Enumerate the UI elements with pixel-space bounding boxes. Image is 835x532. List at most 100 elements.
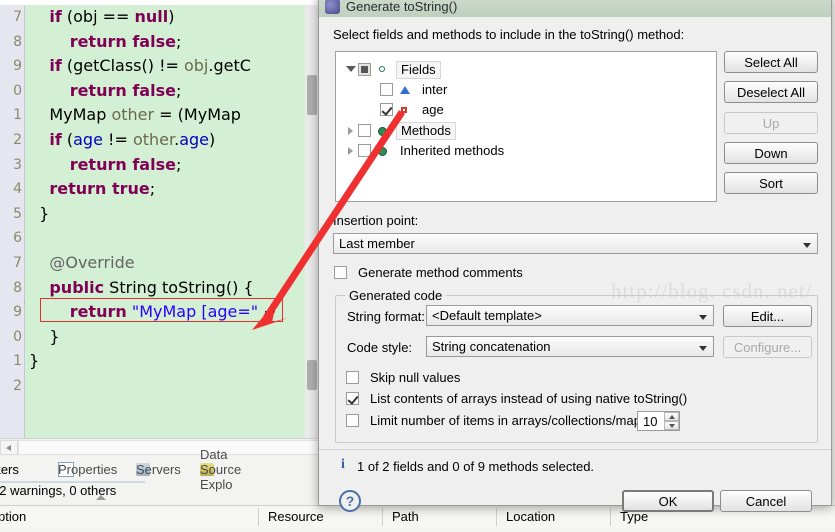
editor-vertical-scrollbar[interactable] bbox=[305, 5, 319, 438]
spinner-down-icon[interactable] bbox=[664, 421, 679, 430]
ok-label: OK bbox=[658, 493, 678, 509]
line-number: 5 bbox=[13, 205, 22, 222]
scrollbar-thumb[interactable] bbox=[307, 75, 317, 115]
tree-row-inter[interactable]: inter bbox=[366, 80, 451, 99]
cancel-label: Cancel bbox=[745, 493, 787, 509]
line-number: 0 bbox=[13, 328, 22, 345]
chevron-down-icon[interactable] bbox=[699, 346, 707, 351]
checkbox-inherited-methods[interactable] bbox=[358, 144, 371, 157]
collapse-arrow-icon[interactable] bbox=[344, 121, 358, 140]
spacer-icon bbox=[366, 80, 380, 99]
tab-data-source-explorer-label: Data Source Explo bbox=[200, 446, 242, 492]
chevron-down-icon[interactable] bbox=[699, 315, 707, 320]
deselect-all-button[interactable]: Deselect All bbox=[724, 81, 818, 103]
checkbox-limit-items[interactable] bbox=[346, 414, 359, 427]
tree-row-methods[interactable]: Methods bbox=[344, 121, 456, 140]
tree-label-inter: inter bbox=[422, 81, 448, 97]
skip-null-values-label: Skip null values bbox=[370, 370, 461, 385]
generate-method-comments-label: Generate method comments bbox=[358, 265, 523, 280]
generate-tostring-dialog: Generate toString() Select fields and me… bbox=[318, 0, 832, 512]
checkbox-fields[interactable] bbox=[358, 63, 371, 76]
tree-row-inherited-methods[interactable]: Inherited methods bbox=[344, 141, 508, 160]
scroll-left-arrow-icon[interactable] bbox=[0, 440, 18, 455]
up-label: Up bbox=[762, 115, 780, 131]
sort-button[interactable]: Sort bbox=[724, 172, 818, 194]
checkbox-inter[interactable] bbox=[380, 83, 393, 96]
code-style-combo[interactable]: String concatenation bbox=[426, 336, 714, 357]
editor-horizontal-scrollbar[interactable] bbox=[0, 438, 320, 456]
code-editor-pane[interactable]: if (obj == null) return false; if (getCl… bbox=[25, 5, 320, 438]
limit-items-spinner[interactable]: 10 bbox=[637, 411, 680, 431]
line-number: 8 bbox=[13, 279, 22, 296]
line-number: 4 bbox=[13, 181, 22, 198]
tree-row-age[interactable]: age bbox=[366, 100, 448, 119]
line-number: 7 bbox=[13, 254, 22, 271]
code-style-label: Code style: bbox=[347, 340, 413, 355]
line-number: 6 bbox=[13, 230, 22, 247]
spinner-up-icon[interactable] bbox=[664, 412, 679, 421]
ok-button[interactable]: OK bbox=[622, 490, 714, 512]
column-description[interactable]: ption bbox=[0, 506, 262, 528]
checkbox-list-contents[interactable] bbox=[346, 392, 359, 405]
cancel-button[interactable]: Cancel bbox=[720, 490, 812, 512]
limit-items-value: 10 bbox=[643, 413, 658, 429]
generated-code-group-title: Generated code bbox=[345, 288, 447, 303]
scrollbar-thumb-secondary[interactable] bbox=[307, 360, 317, 390]
chevron-down-icon[interactable] bbox=[803, 243, 811, 248]
tree-label-fields: Fields bbox=[396, 60, 441, 79]
info-icon: i bbox=[341, 457, 345, 472]
configure-label: Configure... bbox=[733, 339, 802, 355]
down-button[interactable]: Down bbox=[724, 142, 818, 164]
up-button[interactable]: Up bbox=[724, 112, 818, 134]
green-circle-filled-icon bbox=[376, 144, 390, 158]
code-style-value: String concatenation bbox=[432, 339, 551, 354]
collapse-arrow-icon[interactable] bbox=[344, 141, 358, 160]
dialog-body: Select fields and methods to include in … bbox=[319, 17, 831, 512]
list-contents-row[interactable]: List contents of arrays instead of using… bbox=[346, 391, 687, 406]
edit-button[interactable]: Edit... bbox=[723, 305, 812, 327]
green-circle-filled-icon bbox=[376, 124, 390, 138]
insertion-point-combo[interactable]: Last member bbox=[333, 233, 818, 254]
expand-arrow-icon[interactable] bbox=[344, 60, 358, 79]
line-number: 0 bbox=[13, 82, 22, 99]
spinner-buttons[interactable] bbox=[664, 412, 679, 430]
checkbox-age[interactable] bbox=[380, 103, 393, 116]
help-icon[interactable]: ? bbox=[339, 490, 361, 512]
string-format-value: <Default template> bbox=[432, 308, 542, 323]
configure-button[interactable]: Configure... bbox=[723, 336, 812, 358]
tab-properties[interactable]: Properties bbox=[58, 456, 117, 482]
code-line: if (age != other.age) bbox=[49, 129, 216, 149]
column-resource[interactable]: Resource bbox=[262, 506, 382, 528]
line-number: 2 bbox=[13, 131, 22, 148]
tab-servers[interactable]: Servers bbox=[136, 456, 181, 482]
red-square-icon bbox=[398, 103, 412, 117]
tree-row-fields[interactable]: Fields bbox=[344, 60, 441, 79]
scroll-track[interactable] bbox=[18, 440, 320, 455]
column-path[interactable]: Path bbox=[386, 506, 496, 528]
tree-label-inherited-methods: Inherited methods bbox=[400, 142, 505, 158]
select-all-button[interactable]: Select All bbox=[724, 51, 818, 73]
spacer-icon bbox=[366, 100, 380, 119]
skip-null-values-row[interactable]: Skip null values bbox=[346, 370, 460, 385]
code-line: MyMap other = (MyMap bbox=[29, 105, 241, 125]
tab-data-source-explorer[interactable]: Data Source Explo bbox=[200, 447, 241, 492]
limit-items-row[interactable]: Limit number of items in arrays/collecti… bbox=[346, 413, 662, 428]
checkbox-methods[interactable] bbox=[358, 124, 371, 137]
select-all-label: Select All bbox=[744, 54, 798, 70]
line-number: 1 bbox=[13, 353, 22, 370]
dialog-separator bbox=[319, 449, 831, 450]
code-line: } bbox=[29, 351, 40, 371]
dialog-title-bar[interactable]: Generate toString() bbox=[319, 0, 831, 17]
line-number: 2 bbox=[13, 377, 22, 394]
string-format-combo[interactable]: <Default template> bbox=[426, 305, 714, 326]
members-tree[interactable]: Fields inter age Methods Inherited metho… bbox=[335, 51, 717, 202]
checkbox-skip-null-values[interactable] bbox=[346, 371, 359, 384]
code-line: @Override bbox=[49, 252, 135, 272]
code-line: return false; bbox=[69, 154, 182, 174]
line-number: 7 bbox=[13, 9, 22, 25]
checkbox-generate-method-comments[interactable] bbox=[334, 266, 347, 279]
column-location[interactable]: Location bbox=[500, 506, 610, 528]
generate-method-comments-row[interactable]: Generate method comments bbox=[334, 265, 523, 280]
